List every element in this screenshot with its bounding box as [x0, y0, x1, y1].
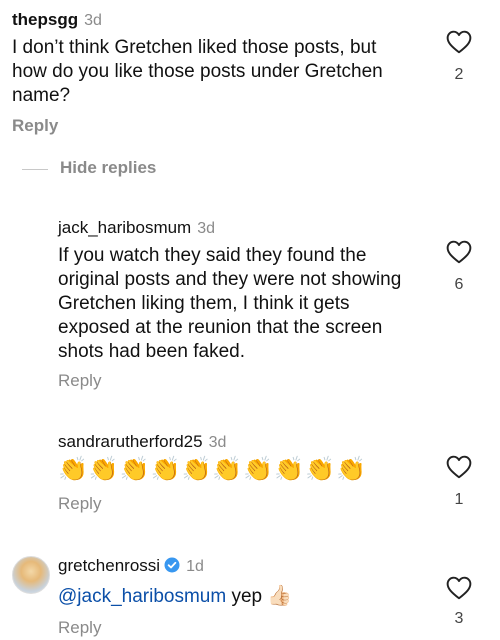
- username[interactable]: gretchenrossi: [58, 556, 160, 575]
- heart-icon[interactable]: [446, 576, 472, 600]
- comment-header: thepsgg 3d: [12, 10, 102, 30]
- like-count: 3: [454, 610, 464, 627]
- comments-thread: thepsgg 3d I don’t think Gretchen liked t…: [0, 0, 500, 640]
- username[interactable]: sandrarutherford25: [58, 432, 203, 451]
- timestamp: 3d: [84, 12, 102, 29]
- like-count: 2: [454, 66, 464, 83]
- heart-icon[interactable]: [446, 455, 472, 479]
- clap-emoji-row: 👏👏👏👏👏👏👏👏👏👏: [58, 456, 367, 483]
- reply-button[interactable]: Reply: [58, 618, 101, 638]
- reply-button[interactable]: Reply: [12, 116, 58, 136]
- reply-button[interactable]: Reply: [58, 371, 101, 391]
- username[interactable]: thepsgg: [12, 10, 78, 29]
- comment-header: sandrarutherford25 3d: [58, 432, 226, 452]
- mention-link[interactable]: @jack_haribosmum: [58, 586, 226, 607]
- timestamp: 3d: [208, 434, 227, 451]
- reply-button[interactable]: Reply: [58, 494, 101, 514]
- like-count: 6: [454, 276, 464, 293]
- timestamp: 1d: [186, 558, 204, 575]
- heart-icon[interactable]: [446, 240, 472, 264]
- hide-replies-button[interactable]: Hide replies: [60, 158, 156, 178]
- comment-text-body: yep: [231, 586, 263, 607]
- like-count: 1: [454, 491, 464, 508]
- comment-text: @jack_haribosmum yep 👍🏻: [58, 584, 292, 609]
- timestamp: 3d: [197, 220, 216, 237]
- verified-badge-icon: [164, 557, 180, 573]
- like-column: 1: [439, 455, 479, 509]
- thumbs-up-emoji: 👍🏻: [267, 585, 293, 607]
- comment-header: jack_haribosmum 3d: [58, 218, 215, 238]
- avatar[interactable]: [12, 556, 50, 594]
- username[interactable]: jack_haribosmum: [58, 218, 191, 237]
- comment-text: If you watch they said they found the or…: [58, 245, 402, 362]
- like-column: 6: [439, 240, 479, 294]
- comment-text: I don’t think Gretchen liked those posts…: [12, 37, 383, 106]
- like-column: 2: [439, 30, 479, 84]
- heart-icon[interactable]: [446, 30, 472, 54]
- like-column: 3: [439, 576, 479, 628]
- thread-line: [22, 169, 48, 170]
- comment-header: gretchenrossi 1d: [58, 556, 204, 576]
